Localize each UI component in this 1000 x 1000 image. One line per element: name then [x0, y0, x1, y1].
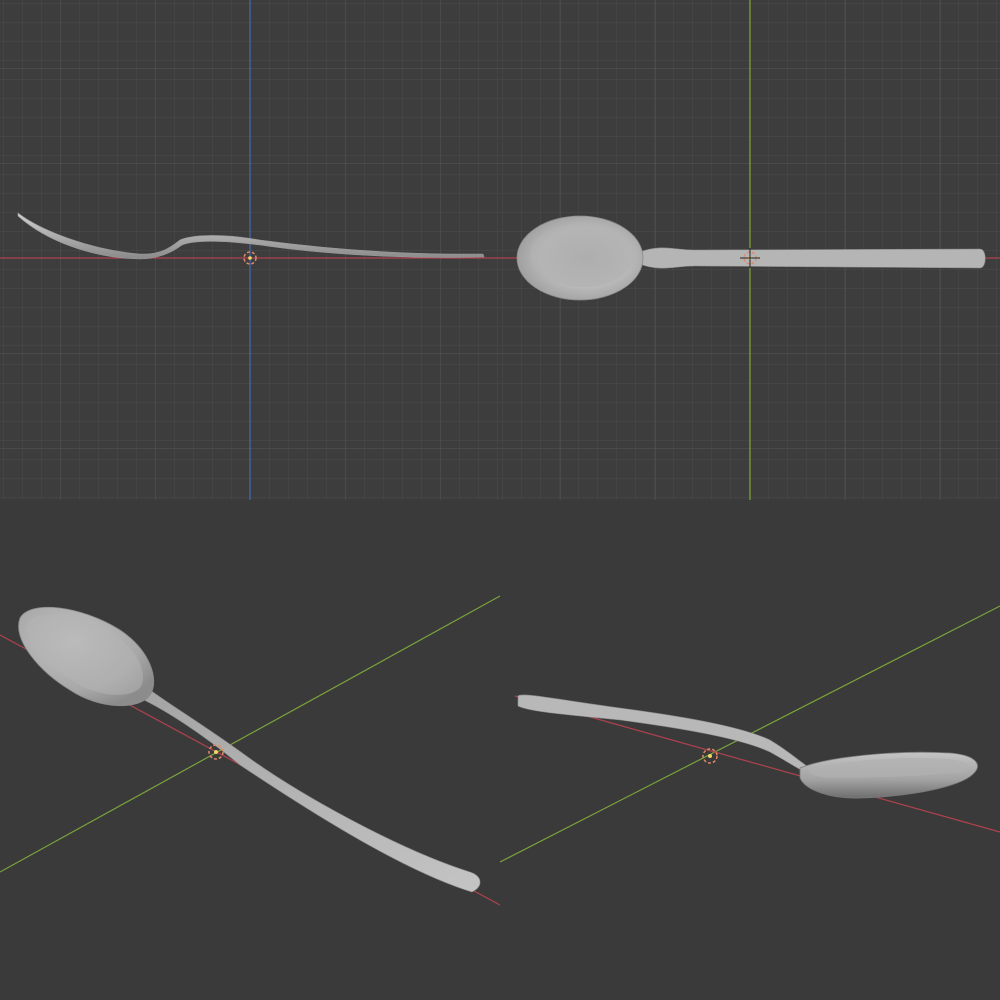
- blender-viewport-grid: [0, 0, 1000, 1000]
- viewport-perspective-b[interactable]: [500, 500, 1000, 1000]
- viewport-persp-a-canvas: [0, 500, 500, 1000]
- viewport-front-canvas: [0, 0, 500, 500]
- viewport-persp-b-canvas: [500, 500, 1000, 1000]
- viewport-perspective-a[interactable]: [0, 500, 500, 1000]
- viewport-top-canvas: [500, 0, 1000, 500]
- viewport-top-ortho[interactable]: [500, 0, 1000, 500]
- viewport-front-ortho[interactable]: [0, 0, 500, 500]
